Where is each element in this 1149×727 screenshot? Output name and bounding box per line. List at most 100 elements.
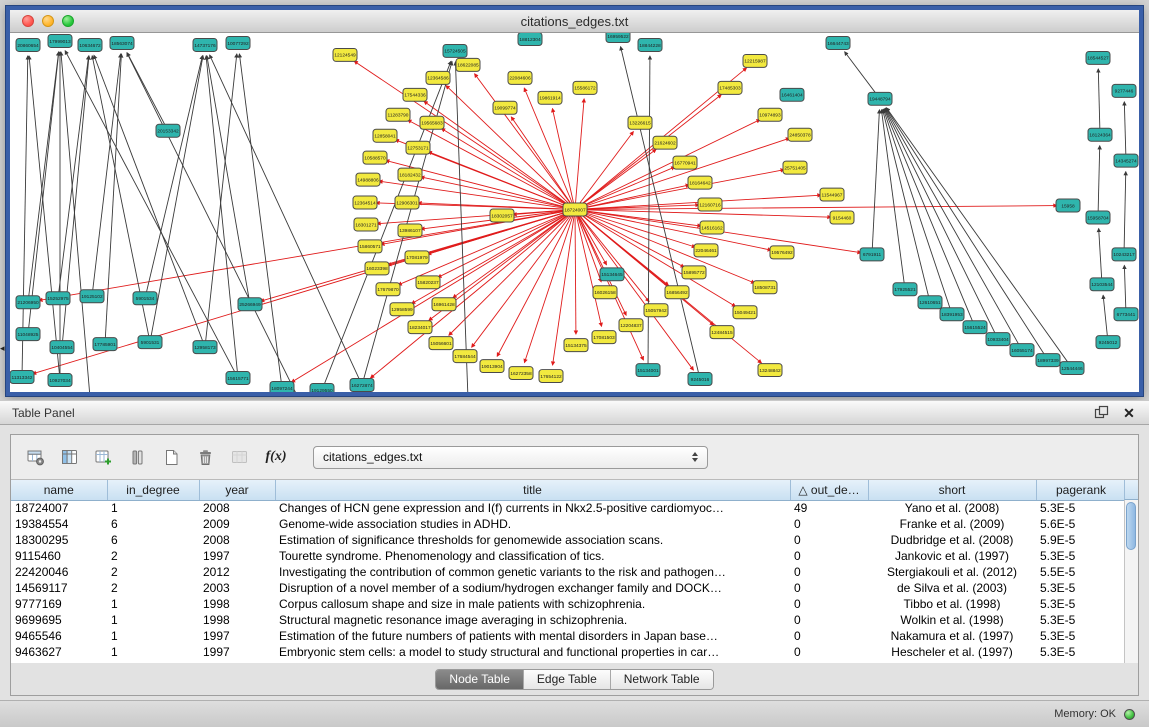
new-column-button[interactable] — [89, 443, 117, 471]
graph-node-label: 18997339 — [1037, 358, 1059, 364]
graph-node-label: 9245016 — [691, 377, 710, 383]
graph-node-label: 19448794 — [869, 97, 891, 103]
graph-node-label: 16770941 — [674, 160, 696, 166]
graph-node-label: 15615771 — [227, 376, 249, 382]
table-cell: 1 — [107, 500, 199, 516]
graph-node-label: 15134645 — [601, 272, 623, 278]
graph-node-label: 25751405 — [784, 165, 806, 171]
graph-edge — [575, 167, 675, 210]
table-cell: Jankovic et al. (1997) — [868, 548, 1036, 564]
function-builder-button[interactable]: f(x) — [259, 443, 293, 471]
window-titlebar[interactable]: citations_edges.txt — [10, 10, 1139, 33]
table-cell: 18724007 — [11, 500, 107, 516]
table-cell: 5.3E-5 — [1036, 548, 1126, 564]
graph-node-label: 18391953 — [941, 312, 963, 318]
network-canvas[interactable]: 1872400718622085123645861754433611283790… — [10, 33, 1139, 392]
graph-node-label: 15134375 — [565, 343, 587, 349]
graph-node-label: 18234017 — [409, 325, 431, 331]
table-row[interactable]: 1456911722003Disruption of a novel membe… — [11, 580, 1126, 596]
delete-table-button[interactable] — [191, 443, 219, 471]
table-row[interactable]: 911546021997Tourette syndrome. Phenomeno… — [11, 548, 1126, 564]
graph-node-label: 5901531 — [141, 340, 160, 346]
float-panel-icon[interactable] — [1093, 405, 1109, 421]
new-file-button[interactable] — [157, 443, 185, 471]
graph-node-label: 21206950 — [17, 300, 39, 306]
graph-edge — [1103, 295, 1108, 342]
table-cell: 9777169 — [11, 596, 107, 612]
graph-node-label: 10243217 — [1113, 252, 1135, 258]
close-panel-icon[interactable]: ✕ — [1121, 405, 1137, 421]
graph-node-label: 15586172 — [574, 86, 596, 92]
table-cell: 0 — [790, 532, 868, 548]
traffic-lights — [22, 15, 74, 27]
memory-status-label: Memory: OK — [1054, 708, 1116, 720]
new-file-icon — [162, 448, 181, 467]
table-selector-dropdown[interactable]: citations_edges.txt — [313, 446, 708, 469]
column-header[interactable]: short — [868, 480, 1036, 500]
graph-node-label: 17679870 — [377, 287, 399, 293]
table-cell: 1 — [107, 596, 199, 612]
import-table-button[interactable] — [225, 443, 253, 471]
table-cell: Dudbridge et al. (2008) — [868, 532, 1036, 548]
table-cell: 2 — [107, 548, 199, 564]
tab-edge-table[interactable]: Edge Table — [524, 670, 611, 689]
graph-node-label: 19125102 — [81, 294, 103, 300]
column-header[interactable]: in_degree — [107, 480, 199, 500]
table-row[interactable]: 2242004622012Investigating the contribut… — [11, 564, 1126, 580]
table-cell: Hescheler et al. (1997) — [868, 644, 1036, 660]
table-cell: 6 — [107, 532, 199, 548]
table-selector-value: citations_edges.txt — [314, 450, 687, 464]
scrollbar-thumb[interactable] — [1126, 502, 1136, 550]
graph-node-label: 10634672 — [79, 43, 101, 49]
graph-node-label: 12958599 — [391, 307, 413, 313]
graph-node-label: 19013904 — [481, 364, 503, 370]
graph-node-label: 17081979 — [406, 255, 428, 261]
table-cell: Genome-wide association studies in ADHD. — [275, 516, 790, 532]
graph-node-label: 16026158 — [594, 290, 616, 296]
tab-node-table[interactable]: Node Table — [436, 670, 524, 689]
graph-node-label: 12753171 — [407, 145, 429, 151]
collapse-arrow-icon[interactable]: ◂ — [0, 344, 5, 353]
show-columns-button[interactable] — [55, 443, 83, 471]
graph-node-label: 11313342 — [12, 375, 33, 381]
graph-edge — [39, 210, 575, 301]
minimize-window-icon[interactable] — [42, 15, 54, 27]
table-row[interactable]: 977716911998Corpus callosum shape and si… — [11, 596, 1126, 612]
graph-edge — [210, 55, 362, 385]
graph-edge — [872, 110, 879, 255]
table-row[interactable]: 1830029562008Estimation of significance … — [11, 532, 1126, 548]
table-mode-button[interactable] — [21, 443, 49, 471]
vertical-scrollbar[interactable] — [1124, 500, 1138, 663]
table-cell: 1997 — [199, 628, 275, 644]
table-cell: 9115460 — [11, 548, 107, 564]
column-header[interactable]: pagerank — [1036, 480, 1126, 500]
graph-node-label: 11283790 — [388, 113, 409, 119]
graph-node-label: 13986107 — [399, 228, 421, 234]
dropdown-arrows-icon — [687, 452, 703, 462]
graph-edge — [408, 120, 575, 210]
graph-node-label: 12364514 — [354, 200, 376, 206]
zoom-window-icon[interactable] — [62, 15, 74, 27]
graph-node-label: 18544527 — [1087, 56, 1109, 62]
table-row[interactable]: 1872400712008Changes of HCN gene express… — [11, 500, 1126, 516]
graph-node-label: 15252975 — [47, 296, 69, 302]
graph-edge — [575, 99, 584, 210]
rows-button[interactable] — [123, 443, 151, 471]
table-row[interactable]: 946554611997Estimation of the future num… — [11, 628, 1126, 644]
tab-network-table[interactable]: Network Table — [611, 670, 713, 689]
graph-node-label: 18563074 — [111, 41, 133, 47]
column-header[interactable]: name — [11, 480, 107, 500]
close-window-icon[interactable] — [22, 15, 34, 27]
table-row[interactable]: 946362711997Embryonic stem cells: a mode… — [11, 644, 1126, 660]
column-header[interactable]: title — [275, 480, 790, 500]
table-row[interactable]: 969969511998Structural magnetic resonanc… — [11, 612, 1126, 628]
table-cell: 0 — [790, 580, 868, 596]
table-cell: 2008 — [199, 500, 275, 516]
table-row[interactable]: 1938455462009Genome-wide association stu… — [11, 516, 1126, 532]
graph-edge — [455, 62, 470, 392]
table-cell: 1997 — [199, 548, 275, 564]
graph-node-label: 12204837 — [620, 323, 642, 329]
graph-node-label: 10933404 — [987, 337, 1009, 343]
column-header[interactable]: △ out_de… — [790, 480, 868, 500]
column-header[interactable]: year — [199, 480, 275, 500]
